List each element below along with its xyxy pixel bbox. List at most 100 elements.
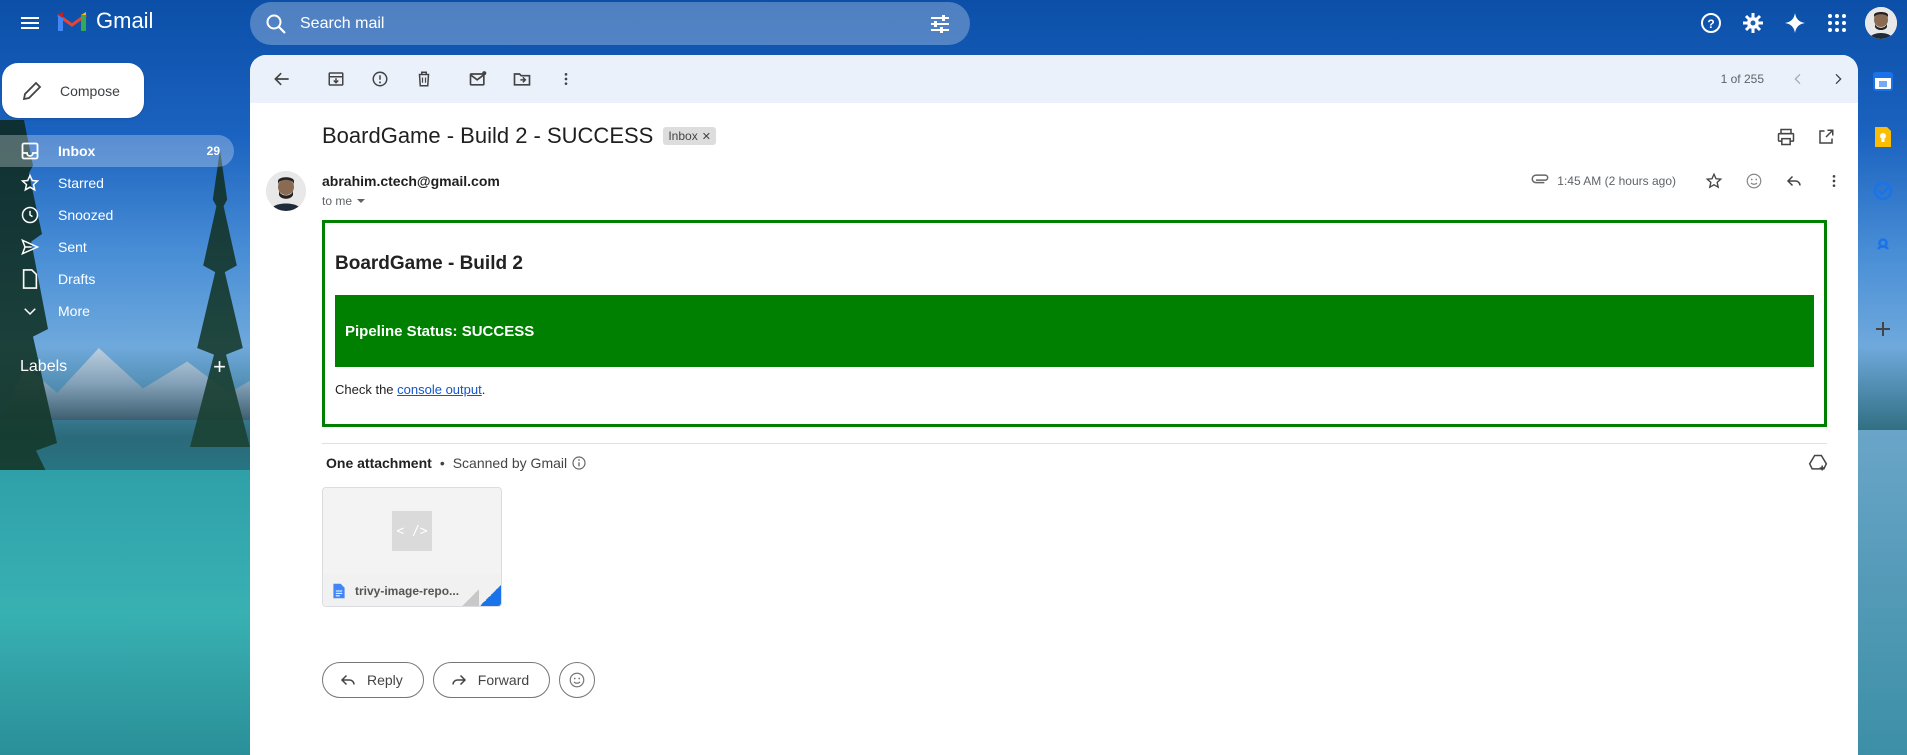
- remove-label-icon[interactable]: ✕: [702, 130, 711, 143]
- message-panel: 1 of 255 BoardGame - Build 2 - SUCCESS I…: [250, 55, 1858, 755]
- side-panel: [1859, 55, 1907, 755]
- subject-row: BoardGame - Build 2 - SUCCESS Inbox ✕: [322, 123, 716, 149]
- label-chip-text: Inbox: [668, 129, 698, 143]
- contacts-icon[interactable]: [1871, 233, 1895, 257]
- top-right-icons: ?: [1683, 6, 1907, 40]
- nav-item-label: Inbox: [58, 143, 96, 159]
- message-meta: 1:45 AM (2 hours ago): [1531, 167, 1848, 195]
- nav-item-drafts[interactable]: Drafts: [0, 263, 234, 295]
- archive-icon[interactable]: [316, 59, 356, 99]
- message-toolbar: 1 of 255: [250, 55, 1858, 103]
- fold-corner: [479, 585, 501, 606]
- star-icon: [20, 173, 40, 193]
- nav-item-snoozed[interactable]: Snoozed: [0, 199, 234, 231]
- star-icon[interactable]: [1700, 167, 1728, 195]
- calendar-icon[interactable]: [1871, 69, 1895, 93]
- labels-heading: Labels: [20, 358, 68, 375]
- top-bar: Gmail ?: [0, 0, 1907, 46]
- pencil-icon: [22, 81, 42, 100]
- reply-button[interactable]: Reply: [322, 662, 424, 698]
- main-menu-button[interactable]: [16, 10, 44, 36]
- search-options-icon[interactable]: [928, 12, 952, 36]
- pagination: 1 of 255: [1721, 55, 1858, 103]
- info-icon[interactable]: [571, 455, 587, 471]
- emoji-react-icon[interactable]: [1740, 167, 1768, 195]
- nav-item-inbox[interactable]: Inbox 29: [0, 135, 234, 167]
- mark-unread-icon[interactable]: [458, 59, 498, 99]
- sender-avatar[interactable]: [266, 171, 306, 211]
- message-timestamp: 1:45 AM (2 hours ago): [1557, 174, 1676, 188]
- delete-trash-icon[interactable]: [404, 59, 444, 99]
- add-to-drive-icon[interactable]: [1808, 453, 1828, 478]
- forward-label: Forward: [477, 672, 530, 688]
- compose-button[interactable]: Compose: [2, 63, 144, 118]
- background-lake: [0, 470, 260, 755]
- reply-icon[interactable]: [1780, 167, 1808, 195]
- nav-item-label: Snoozed: [58, 207, 114, 223]
- attachment-footer: trivy-image-repo...: [323, 574, 501, 606]
- back-arrow-icon[interactable]: [262, 59, 302, 99]
- nav-item-sent[interactable]: Sent: [0, 231, 234, 263]
- nav-item-more[interactable]: More: [0, 295, 234, 327]
- search-icon[interactable]: [264, 12, 288, 36]
- attachments-header: One attachment • Scanned by Gmail: [326, 455, 587, 471]
- gmail-m-icon: [57, 12, 87, 31]
- document-icon: [333, 583, 345, 598]
- pipeline-status-banner: Pipeline Status: SUCCESS: [335, 295, 1814, 367]
- recipient-text: to me: [322, 194, 353, 208]
- attachment-card[interactable]: < /> trivy-image-repo...: [322, 487, 502, 607]
- attachment-filename: trivy-image-repo...: [355, 583, 460, 598]
- caret-down-icon: [357, 199, 366, 203]
- open-new-window-icon[interactable]: [1812, 123, 1840, 151]
- nav-item-starred[interactable]: Starred: [0, 167, 234, 199]
- forward-button[interactable]: Forward: [432, 662, 551, 698]
- gmail-logo[interactable]: Gmail: [56, 8, 153, 34]
- clock-icon: [20, 205, 40, 225]
- divider: [322, 443, 1827, 444]
- more-vert-icon[interactable]: [1820, 167, 1848, 195]
- pipeline-status-text: Pipeline Status: SUCCESS: [345, 322, 535, 340]
- nav-item-label: Starred: [58, 175, 104, 191]
- nav-item-label: More: [58, 303, 90, 319]
- get-addons-icon[interactable]: [1871, 317, 1895, 341]
- settings-gear-icon[interactable]: [1739, 9, 1767, 37]
- print-icon[interactable]: [1772, 123, 1800, 151]
- send-icon: [20, 237, 40, 257]
- compose-label: Compose: [60, 82, 120, 99]
- attachment-clip-icon: [1531, 174, 1549, 184]
- search-input[interactable]: [300, 14, 928, 33]
- keep-icon[interactable]: [1871, 125, 1895, 149]
- report-spam-icon[interactable]: [360, 59, 400, 99]
- email-body: BoardGame - Build 2 Pipeline Status: SUC…: [322, 220, 1827, 427]
- attachments-title: One attachment: [326, 455, 432, 471]
- reply-arrow-icon: [340, 674, 355, 686]
- move-to-folder-icon[interactable]: [502, 59, 542, 99]
- console-output-link[interactable]: console output: [397, 382, 482, 397]
- attachment-preview: < />: [323, 488, 501, 574]
- tasks-icon[interactable]: [1871, 179, 1895, 203]
- apps-grid-icon[interactable]: [1823, 9, 1851, 37]
- forward-arrow-icon: [452, 674, 466, 686]
- recipient-details[interactable]: to me: [322, 194, 366, 208]
- search-bar[interactable]: [250, 2, 970, 45]
- sender-email[interactable]: abrahim.ctech@gmail.com: [322, 173, 500, 189]
- account-avatar[interactable]: [1865, 7, 1897, 39]
- pager-count: 1 of 255: [1720, 72, 1764, 86]
- fold-shadow: [461, 589, 479, 606]
- gemini-sparkle-icon[interactable]: [1781, 9, 1809, 37]
- subject-actions: [1772, 123, 1840, 151]
- more-vert-icon[interactable]: [546, 59, 586, 99]
- emoji-reaction-button[interactable]: [559, 662, 596, 698]
- help-icon[interactable]: ?: [1697, 9, 1725, 37]
- chevron-right-icon[interactable]: [1818, 59, 1858, 99]
- console-line: Check the console output.: [335, 382, 1814, 397]
- add-label-icon[interactable]: +: [213, 354, 226, 380]
- left-navigation: Inbox 29 Starred Snoozed Sent Drafts Mor…: [0, 135, 234, 327]
- labels-section: Labels +: [20, 354, 226, 380]
- chevron-down-icon: [20, 301, 40, 321]
- nav-item-label: Sent: [58, 239, 87, 255]
- inbox-label-chip[interactable]: Inbox ✕: [663, 127, 716, 145]
- bullet-separator: •: [439, 455, 445, 471]
- chevron-left-icon[interactable]: [1778, 59, 1818, 99]
- smiley-icon: [569, 672, 585, 688]
